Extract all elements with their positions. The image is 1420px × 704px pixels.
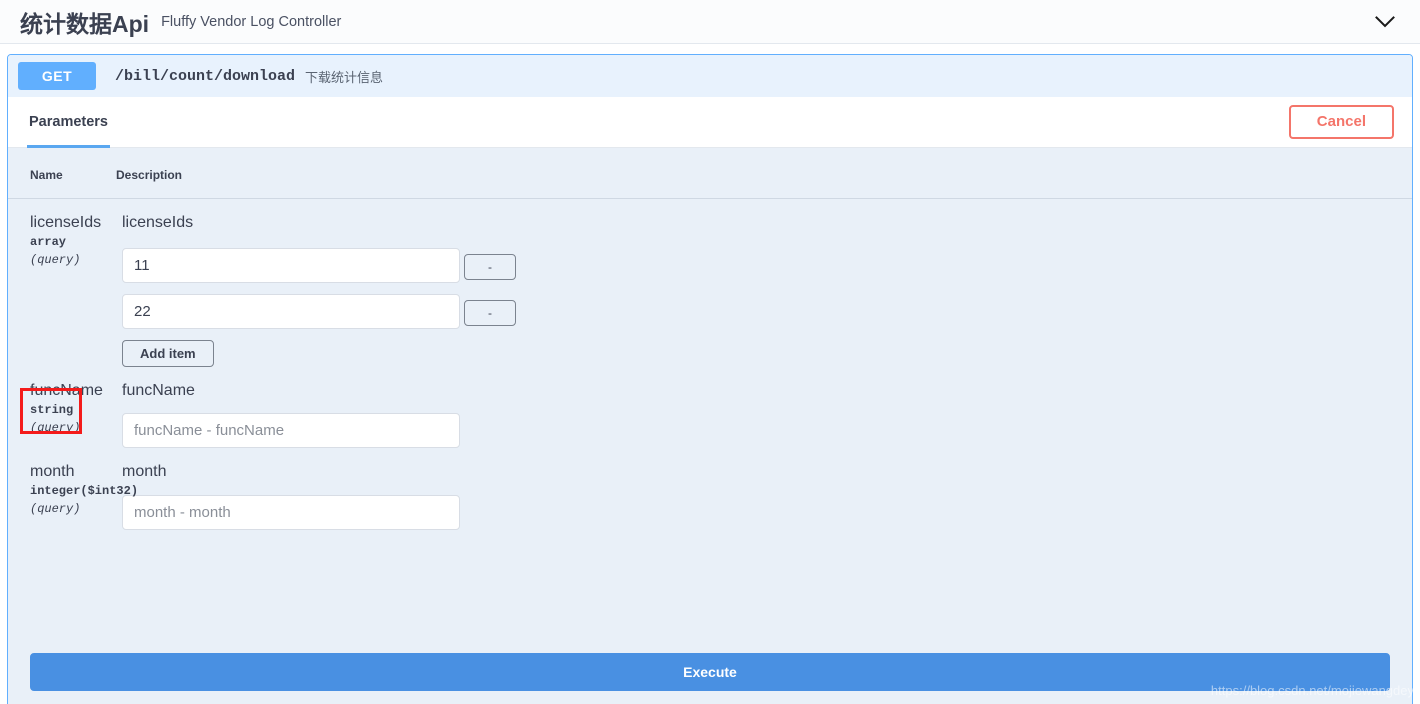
- licenseids-item-1-remove-button[interactable]: -: [464, 300, 516, 327]
- page-title: 统计数据Api: [20, 10, 150, 37]
- column-header-description: Description: [116, 148, 1412, 199]
- table-row: licenseIds array (query) licenseIds -: [8, 199, 1412, 368]
- month-field-wrap: [116, 482, 1412, 530]
- opblock-get-bill-count-download: GET /bill/count/download 下载统计信息 Paramete…: [7, 54, 1413, 704]
- api-header: 统计数据Api Fluffy Vendor Log Controller: [0, 0, 1420, 44]
- column-header-name: Name: [8, 148, 116, 199]
- parameter-name: licenseIds: [30, 214, 102, 231]
- swagger-ui-page: 统计数据Api Fluffy Vendor Log Controller GET…: [0, 0, 1420, 704]
- operation-path: /bill/count/download: [115, 67, 296, 85]
- array-item-row: -: [122, 294, 1412, 330]
- api-subtitle: Fluffy Vendor Log Controller: [161, 13, 342, 30]
- parameter-description: month: [122, 463, 167, 481]
- parameters-table: Name Description licenseIds array (query…: [8, 148, 1412, 530]
- add-item-button[interactable]: Add item: [122, 340, 214, 368]
- array-item-row: -: [122, 248, 1412, 284]
- parameter-description: licenseIds: [122, 214, 194, 231]
- parameter-name: funcName: [30, 382, 103, 400]
- table-header-row: Name Description: [8, 148, 1412, 199]
- parameter-value-cell-funcname: funcName: [116, 367, 1412, 449]
- funcname-input[interactable]: [122, 413, 460, 449]
- month-input[interactable]: [122, 494, 460, 530]
- http-method-badge: GET: [18, 62, 96, 90]
- parameters-section: Name Description licenseIds array (query…: [8, 148, 1412, 645]
- licenseids-item-1-input[interactable]: [122, 294, 460, 330]
- array-item-list: - - Add item: [116, 232, 1412, 368]
- opblock-tabs: Parameters Cancel: [8, 97, 1412, 148]
- parameter-value-cell-month: month: [116, 448, 1412, 530]
- parameter-name-cell-funcname: funcName string (query): [8, 367, 116, 448]
- parameter-type: integer($int32): [30, 484, 139, 499]
- parameter-in: (query): [30, 421, 81, 436]
- licenseids-item-0-remove-button[interactable]: -: [464, 254, 516, 281]
- parameter-name: month: [30, 463, 75, 481]
- cancel-button[interactable]: Cancel: [1288, 104, 1394, 140]
- parameter-value-cell-licenseids: licenseIds - - Add item: [116, 199, 1412, 368]
- tab-parameters[interactable]: Parameters: [27, 97, 110, 148]
- parameter-type: array: [30, 235, 67, 249]
- parameter-in: (query): [30, 502, 81, 517]
- parameter-description: funcName: [122, 382, 195, 400]
- parameter-name-cell-licenseids: licenseIds array (query): [8, 199, 116, 368]
- table-row: month integer($int32) (query) month: [8, 448, 1412, 530]
- table-row: funcName string (query) funcName: [8, 367, 1412, 449]
- chevron-down-icon[interactable]: [1372, 9, 1398, 35]
- funcname-field-wrap: [116, 400, 1412, 449]
- execute-button[interactable]: Execute: [30, 653, 1390, 691]
- parameter-type: string: [30, 403, 74, 418]
- parameter-name-cell-month: month integer($int32) (query): [8, 448, 139, 529]
- parameter-in: (query): [30, 253, 81, 267]
- opblock-summary[interactable]: GET /bill/count/download 下载统计信息: [8, 55, 1412, 97]
- operation-summary: 下载统计信息: [305, 69, 384, 85]
- tab-parameters-label: Parameters: [29, 114, 108, 130]
- execute-wrapper: Execute: [8, 645, 1412, 704]
- licenseids-item-0-input[interactable]: [122, 248, 460, 284]
